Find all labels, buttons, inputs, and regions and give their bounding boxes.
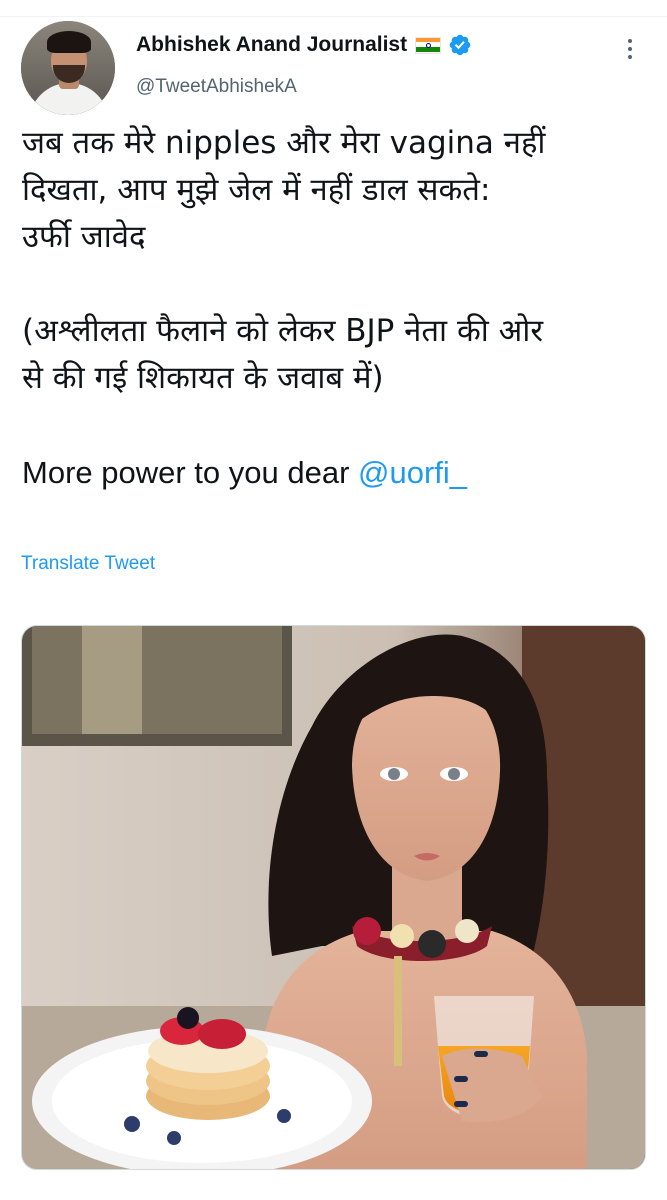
translate-tweet-link[interactable]: Translate Tweet: [21, 553, 155, 575]
tweet-line-5: से की गई शिकायत के जवाब में): [22, 360, 384, 396]
tweet-photo[interactable]: [21, 625, 646, 1170]
verified-badge-icon: [449, 34, 471, 56]
photo-illustration: [22, 626, 645, 1169]
tweet-line-3: उर्फी जावेद: [22, 219, 146, 255]
tweet-closing-line: More power to you dear @uorfi_: [22, 449, 652, 496]
tweet-line-4: (अश्लीलता फैलाने को लेकर BJP नेता की ओर: [22, 313, 544, 349]
tweet-text: जब तक मेरे nipples और मेरा vagina नहीं द…: [22, 120, 652, 496]
mention-link[interactable]: @uorfi_: [358, 455, 467, 490]
tweet-line-1: जब तक मेरे nipples और मेरा vagina नहीं: [22, 125, 546, 161]
top-divider: [0, 16, 667, 17]
tweet-closing-text: More power to you dear: [22, 455, 359, 490]
author-display-name[interactable]: Abhishek Anand Journalist: [136, 33, 407, 57]
more-options-icon[interactable]: [622, 35, 638, 63]
tweet-line-2: दिखता, आप मुझे जेल में नहीं डाल सकते:: [22, 172, 491, 208]
author-avatar[interactable]: [21, 21, 115, 115]
author-handle[interactable]: @TweetAbhishekA: [136, 76, 297, 98]
author-name-row[interactable]: Abhishek Anand Journalist: [136, 33, 472, 57]
india-flag-icon: [415, 36, 442, 54]
